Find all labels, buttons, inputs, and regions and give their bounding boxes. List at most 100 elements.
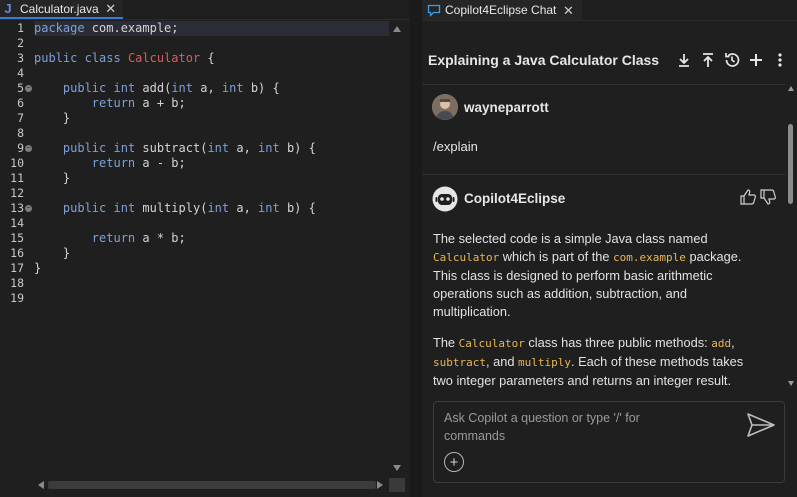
send-icon[interactable] [746,412,776,438]
user-message-header: wayneparrott [432,94,549,120]
thumbs-down-icon[interactable] [759,189,777,210]
fold-collapse-icon[interactable]: − [25,205,32,212]
code-token: } [34,111,71,125]
paragraph-text: , and [485,354,519,369]
add-context-icon[interactable]: + [444,452,464,472]
code-line[interactable]: } [34,246,70,261]
editor-vertical-scrollbar[interactable] [389,20,405,478]
paragraph-text: The selected code is a simple Java class… [433,231,708,246]
scroll-up-arrow-icon[interactable] [788,86,794,91]
scroll-up-arrow-icon[interactable] [393,26,401,32]
assistant-paragraph: The selected code is a simple Java class… [433,230,763,321]
line-number: 2 [17,36,24,50]
header-divider [422,84,785,85]
code-editor-pane: J Calculator.java ✕ 1 2 3 4 5−6 7 8 9−10 11 12 13−… [0,0,410,497]
code-token: subtract( [135,141,208,155]
code-line[interactable]: public class Calculator { [34,51,215,66]
export-icon[interactable] [696,48,720,72]
fold-collapse-icon[interactable]: − [25,145,32,152]
code-area[interactable]: package com.example; public class Calcula… [34,20,389,478]
code-line[interactable]: } [34,261,41,276]
more-vertical-icon[interactable] [768,48,792,72]
message-divider [422,174,785,175]
inline-code: com.example [613,251,686,264]
code-line[interactable]: package com.example; [34,21,389,36]
fold-collapse-icon[interactable]: − [25,85,32,92]
code-token: { [200,51,215,65]
scroll-right-arrow-icon[interactable] [377,481,383,489]
close-icon[interactable]: ✕ [562,4,574,17]
code-token: int [207,201,230,215]
line-number: 14 [10,216,24,230]
thumbs-up-icon[interactable] [739,189,757,210]
code-token: package [34,21,85,35]
chat-input-placeholder[interactable]: Ask Copilot a question or type '/' for c… [444,409,694,445]
chat-scroll-thumb[interactable] [788,124,793,204]
paragraph-text: class has three public methods: [524,335,712,350]
paragraph-text: , [731,335,735,350]
code-token: public [62,201,107,215]
scroll-corner [389,478,405,492]
code-token: } [34,246,71,260]
avatar [432,94,458,120]
code-line[interactable]: } [34,111,70,126]
line-number: 10 [10,156,24,170]
code-line[interactable]: } [34,171,70,186]
pane-divider[interactable] [410,0,422,497]
assistant-name: Copilot4Eclipse [464,191,566,206]
editor-tab-calculator-java[interactable]: J Calculator.java ✕ [0,0,123,19]
chat-tab-bar: Copilot4Eclipse Chat ✕ [422,0,797,21]
code-line[interactable]: return a * b; [34,231,186,246]
line-number: 1 [17,21,24,35]
history-icon[interactable] [720,48,744,72]
chat-tab[interactable]: Copilot4Eclipse Chat ✕ [422,0,583,20]
scroll-down-arrow-icon[interactable] [788,381,794,386]
code-token: Calculator [127,51,201,65]
inline-code: Calculator [433,251,500,264]
code-token: return [91,96,136,110]
line-number: 15 [10,231,24,245]
line-number: 18 [10,276,24,290]
scroll-down-arrow-icon[interactable] [393,465,401,471]
code-token: int [207,141,230,155]
code-line[interactable]: return a - b; [34,156,186,171]
chat-input-box[interactable]: Ask Copilot a question or type '/' for c… [433,401,785,483]
scroll-left-arrow-icon[interactable] [38,481,44,489]
download-icon[interactable] [672,48,696,72]
user-message-text: /explain [433,139,478,154]
code-token: public [34,51,78,65]
inline-code: Calculator [458,337,525,350]
line-number: 19 [10,291,24,305]
code-token: int [171,81,193,95]
code-line[interactable]: return a + b; [34,96,186,111]
line-number: 5 [17,81,24,95]
code-token: int [113,201,136,215]
horizontal-scroll-thumb[interactable] [48,481,376,489]
line-number: 8 [17,126,24,140]
chat-bubble-icon [427,3,441,17]
code-token: return [91,156,136,170]
line-number: 17 [10,261,24,275]
code-line[interactable]: public int multiply(int a, int b) { [34,201,316,216]
code-token: int [113,141,136,155]
code-line[interactable]: public int subtract(int a, int b) { [34,141,316,156]
code-token: add( [135,81,172,95]
close-icon[interactable]: ✕ [105,2,117,15]
line-number: 13 [10,201,24,215]
code-token: a, [229,141,259,155]
code-token: } [34,171,71,185]
code-token: public [62,141,107,155]
code-token: com.example; [84,21,179,35]
code-line[interactable]: public int add(int a, int b) { [34,81,280,96]
inline-code: multiply [518,356,571,369]
code-token: a * b; [135,231,186,245]
line-number: 12 [10,186,24,200]
assistant-message-header: Copilot4Eclipse [432,185,777,212]
plus-icon[interactable] [744,48,768,72]
